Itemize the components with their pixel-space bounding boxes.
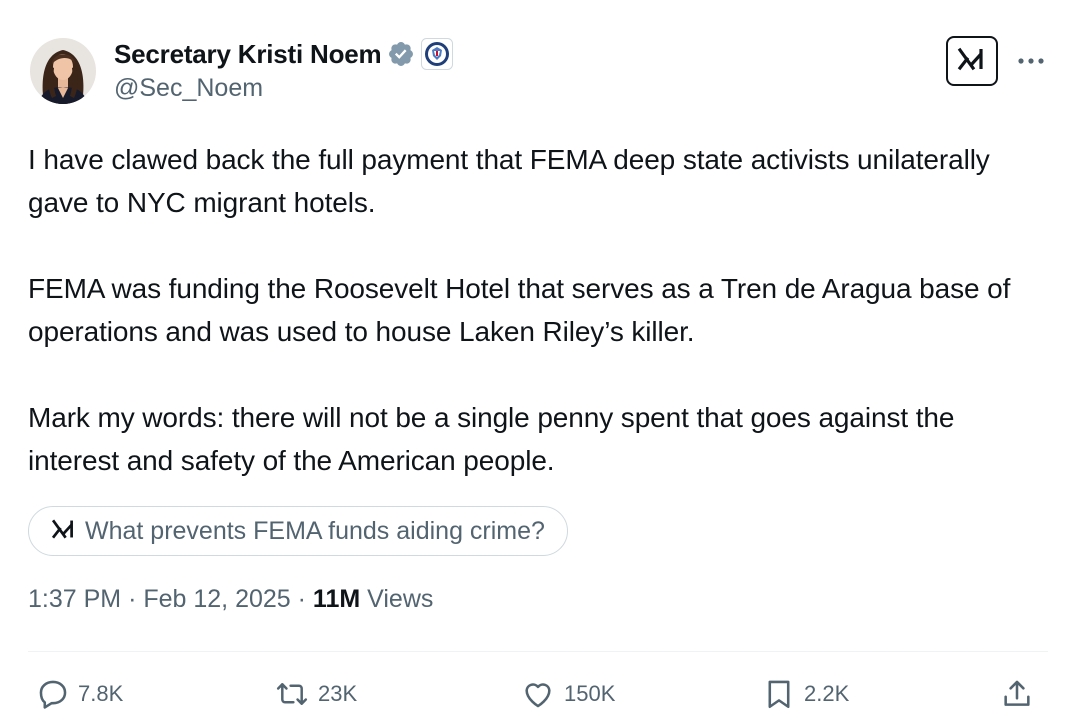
reply-button[interactable]: 7.8K bbox=[36, 672, 123, 716]
grok-icon bbox=[51, 518, 77, 545]
bookmark-count: 2.2K bbox=[804, 681, 850, 706]
like-button[interactable]: 150K bbox=[520, 672, 615, 716]
avatar[interactable] bbox=[30, 38, 96, 104]
tweet-paragraph: FEMA was funding the Roosevelt Hotel tha… bbox=[28, 273, 1011, 347]
share-icon bbox=[1000, 676, 1034, 712]
heart-icon bbox=[520, 677, 556, 711]
reply-icon bbox=[36, 677, 70, 711]
more-options-button[interactable] bbox=[1014, 46, 1048, 76]
grok-prompt-label: What prevents FEMA funds aiding crime? bbox=[85, 516, 545, 545]
verified-badge-icon[interactable] bbox=[387, 40, 415, 68]
views-count[interactable]: 11M bbox=[313, 585, 360, 613]
grok-button[interactable] bbox=[946, 36, 998, 86]
tweet-meta: 1:37 PM · Feb 12, 2025 · 11M Views bbox=[28, 585, 433, 614]
more-horizontal-icon bbox=[1017, 52, 1045, 70]
bookmark-button[interactable]: 2.2K bbox=[762, 672, 849, 716]
like-count: 150K bbox=[564, 681, 616, 706]
grok-icon bbox=[957, 46, 987, 77]
divider bbox=[28, 651, 1048, 652]
views-label: Views bbox=[367, 585, 434, 613]
dhs-seal-icon[interactable] bbox=[421, 38, 454, 70]
bookmark-icon bbox=[762, 676, 796, 712]
repost-button[interactable]: 23K bbox=[274, 672, 357, 716]
reply-count: 7.8K bbox=[78, 681, 124, 706]
tweet-text: I have clawed back the full payment that… bbox=[28, 138, 1038, 482]
meta-separator: · bbox=[297, 585, 306, 613]
tweet-paragraph: I have clawed back the full payment that… bbox=[28, 144, 990, 218]
author-name-row: Secretary Kristi Noem bbox=[114, 36, 454, 72]
repost-count: 23K bbox=[318, 681, 358, 706]
tweet-date[interactable]: Feb 12, 2025 bbox=[143, 585, 290, 613]
grok-prompt-chip[interactable]: What prevents FEMA funds aiding crime? bbox=[28, 506, 568, 556]
author-display-name[interactable]: Secretary Kristi Noem bbox=[114, 39, 382, 70]
meta-separator: · bbox=[128, 585, 137, 613]
tweet-time[interactable]: 1:37 PM bbox=[28, 585, 121, 613]
repost-icon bbox=[274, 677, 310, 711]
tweet-paragraph: Mark my words: there will not be a singl… bbox=[28, 402, 955, 476]
share-button[interactable] bbox=[1000, 672, 1034, 716]
author-handle[interactable]: @Sec_Noem bbox=[114, 74, 263, 103]
